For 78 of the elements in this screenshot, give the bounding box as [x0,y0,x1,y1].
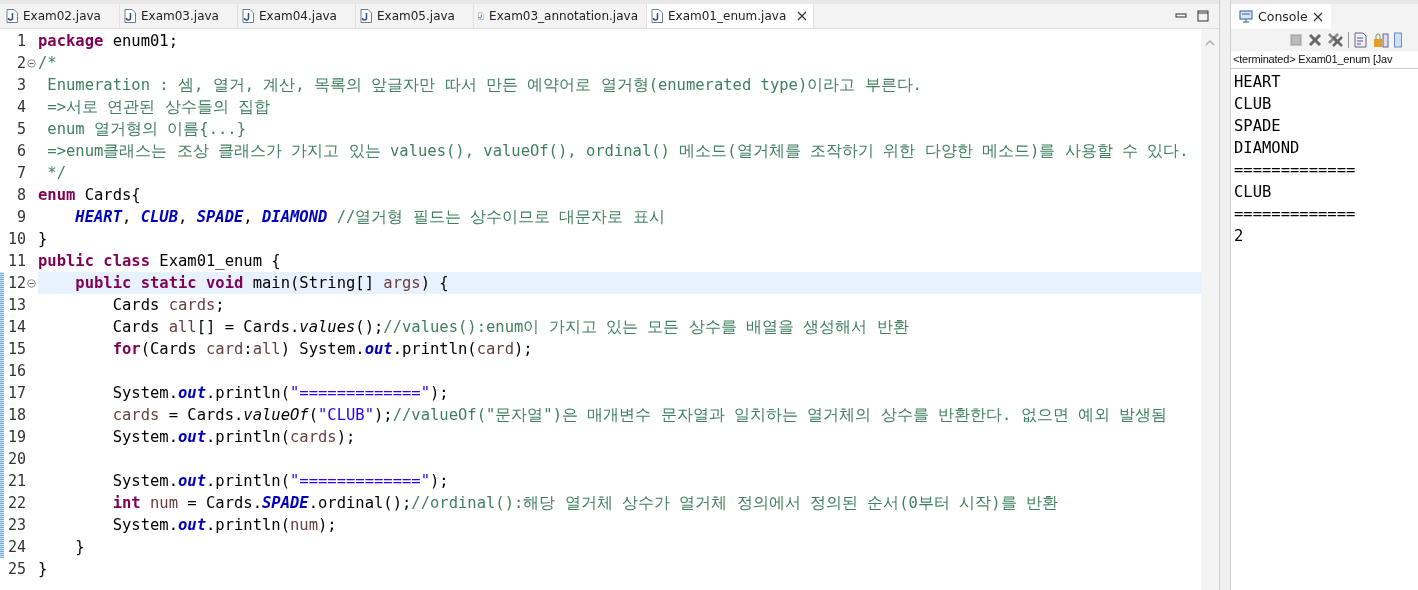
line-number: 22 [6,494,26,512]
line-number: 15 [6,340,26,358]
line-number: 17 [6,384,26,402]
line-number: 10 [6,230,26,248]
line-number: 11 [6,252,26,270]
java-file-icon [478,9,485,23]
file-tab[interactable]: Exam02.java [2,4,120,28]
code-line: int num = Cards.SPADE.ordinal();//ordinal():해당 열거체 상수가 열거체 정의에서 정의된 순서(0부터 시작)를 반환 [111,492,1058,514]
line-number: 20 [6,450,26,468]
code-line: Cards cards; [111,296,225,314]
file-tab[interactable]: Exam01_enum.java [647,4,815,28]
remove-icon[interactable] [1308,33,1322,47]
code-line: for(Cards card:all) System.out.println(card); [111,340,533,358]
java-file-icon [6,9,18,23]
line-number: 24 [6,538,26,556]
line-number: 5 [15,120,26,138]
code-line: System.out.println("============="); [111,384,449,402]
console-line: 2 [1234,226,1245,247]
maximize-icon[interactable] [1197,10,1209,22]
console-line: ============= [1234,204,1357,225]
fold-icon[interactable] [27,58,36,68]
java-file-icon [124,9,136,23]
line-number: 6 [15,142,26,160]
scrollbar[interactable] [1201,29,1219,590]
file-tab[interactable]: Exam05.java [356,4,474,28]
code-line: } [38,230,48,248]
console-line: SPADE [1234,116,1282,137]
line-number: 8 [15,186,26,204]
fold-icon[interactable] [27,278,36,288]
code-line: /* [38,54,57,72]
code-line: System.out.println("============="); [111,472,449,490]
line-number: 9 [15,208,26,226]
console-line: HEART [1234,72,1282,93]
line-number: 3 [15,76,26,94]
code-line: package enum01; [38,32,178,50]
code-line: Enumeration : 셈, 열거, 계산, 목록의 앞글자만 따서 만든 예약어로 열거형(enumerated type)이라고 부른다. [46,74,922,96]
code-line: System.out.println(cards); [111,428,356,446]
code-line: enum 열거형의 이름{...} [46,118,246,140]
line-number: 14 [6,318,26,336]
monitor-icon [1239,10,1253,23]
line-number: 23 [6,516,26,534]
code-line: } [38,560,48,578]
console-line: DIAMOND [1234,138,1301,159]
line-number: 18 [6,406,26,424]
console-line: CLUB [1234,94,1273,115]
java-file-icon [360,9,372,23]
code-line: cards = Cards.valueOf("CLUB");//valueOf("문자열")은 매개변수 문자열과 일치하는 열거체의 상수를 반환한다. 없으면 예외 발생됨 [111,404,1168,426]
line-number: 21 [6,472,26,490]
line-number: 16 [6,362,26,380]
code-line: public class Exam01_enum { [38,252,281,270]
java-file-icon [242,9,254,23]
code-line: HEART, CLUB, SPADE, DIAMOND //열거형 필드는 상수이므로 대문자로 표시 [74,206,665,228]
line-number: 7 [15,164,26,182]
close-icon[interactable] [1312,11,1323,22]
code-line: Cards all[] = Cards.values();//values():enum이 가지고 있는 모든 상수를 배열을 생성해서 반환 [111,316,909,338]
code-line: System.out.println(num); [111,516,337,534]
code-line: enum Cards{ [38,186,141,204]
close-icon[interactable] [797,11,808,21]
clear-console-icon[interactable] [1354,32,1368,48]
line-number: 1 [15,32,26,50]
line-number: 19 [6,428,26,446]
code-line: */ [46,164,66,182]
line-number: 13 [6,296,26,314]
remove-all-icon[interactable] [1327,33,1343,47]
console-status: <terminated> Exam01_enum [Jav [1231,51,1418,69]
code-line: =>서로 연관된 상수들의 집합 [46,96,270,118]
console-tab[interactable]: Console [1231,4,1331,29]
code-line: public static void main(String[] args) { [74,274,449,292]
console-line: CLUB [1234,182,1273,203]
line-number: 4 [15,98,26,116]
file-tab[interactable]: Exam03.java [120,4,238,28]
line-number: 25 [6,560,26,578]
code-line: =>enum클래스는 조상 클래스가 가지고 있는 values(), valueOf(), ordinal() 메소드(열거체를 조작하기 위한 다양한 메소드)를 사용할 수 있다. [46,140,1189,162]
line-number: 2 [15,54,26,72]
line-number: 12 [6,274,26,292]
java-file-icon [651,9,663,23]
console-line: ============= [1234,160,1357,181]
file-tab[interactable]: Exam04.java [238,4,356,28]
